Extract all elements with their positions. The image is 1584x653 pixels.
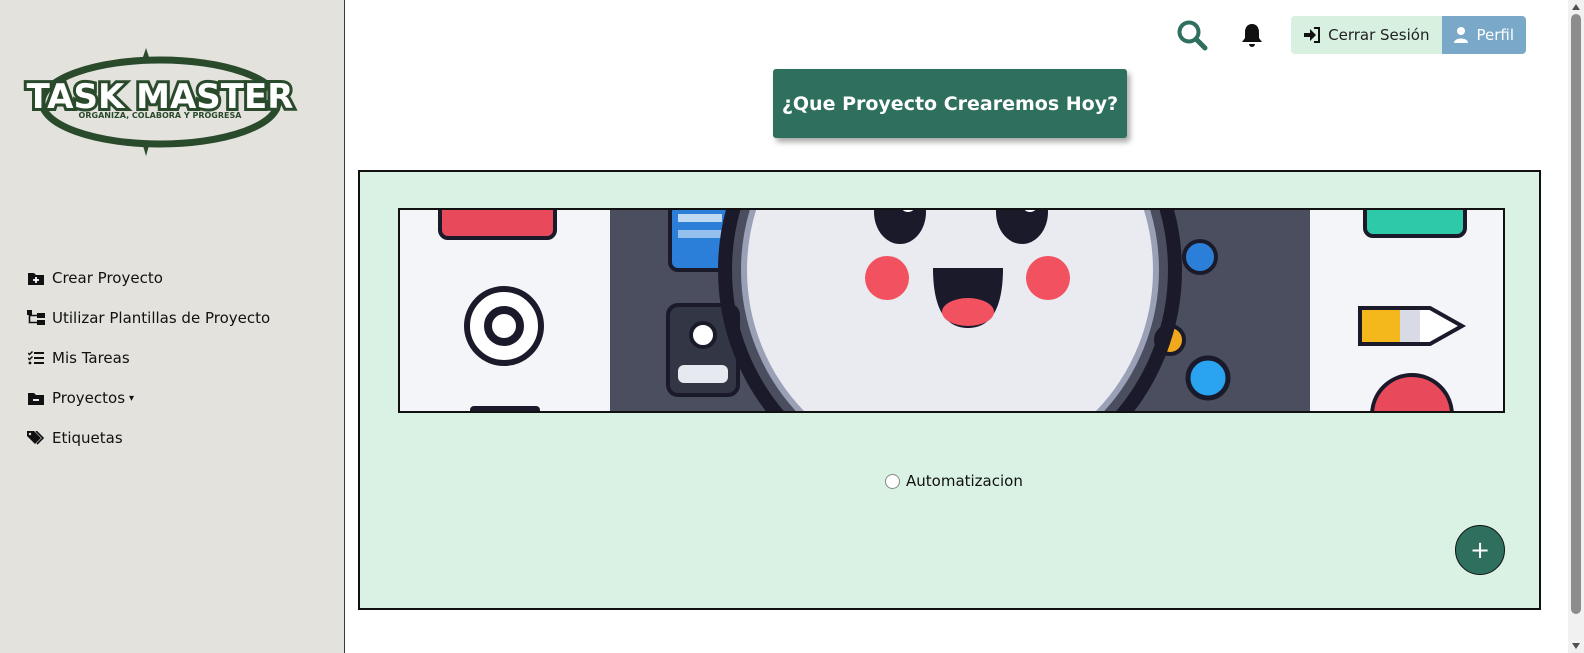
tags-icon [26, 428, 46, 448]
page-title: ¿Que Proyecto Crearemos Hoy? [781, 92, 1119, 115]
plus-icon: + [1469, 536, 1491, 564]
top-bar: Cerrar Sesión Perfil [1175, 16, 1526, 54]
sidebar-item-label: Utilizar Plantillas de Proyecto [52, 309, 271, 327]
scroll-down-icon[interactable] [1568, 639, 1584, 653]
logo-tagline: ORGANIZA, COLABORA Y PROGRESA [79, 111, 243, 120]
notifications-button[interactable] [1235, 16, 1269, 54]
magnifier-robot-illustration [400, 210, 1503, 411]
page-scrollbar[interactable] [1568, 0, 1584, 653]
scroll-up-icon[interactable] [1568, 0, 1584, 14]
sidebar-item-label: Proyectos [52, 389, 126, 407]
sidebar-item-crear-proyecto[interactable]: Crear Proyecto [26, 258, 270, 298]
search-button[interactable] [1175, 16, 1209, 54]
automation-banner-image [398, 208, 1505, 413]
sidebar-item-label: Mis Tareas [52, 349, 130, 367]
sidebar-item-plantillas[interactable]: Utilizar Plantillas de Proyecto [26, 298, 270, 338]
page-title-card: ¿Que Proyecto Crearemos Hoy? [773, 69, 1127, 138]
list-check-icon [26, 348, 46, 368]
project-template-panel: Automatizacion + [358, 170, 1541, 610]
sidebar-item-etiquetas[interactable]: Etiquetas [26, 418, 270, 458]
sidebar-nav: Crear Proyecto Utilizar Plantillas de Pr… [26, 258, 270, 458]
sidebar-item-label: Crear Proyecto [52, 269, 163, 287]
sitemap-icon [26, 308, 46, 328]
sidebar-item-mis-tareas[interactable]: Mis Tareas [26, 338, 270, 378]
logout-label: Cerrar Sesión [1328, 26, 1430, 44]
bell-icon [1242, 24, 1263, 47]
search-icon [1177, 20, 1208, 51]
folder-plus-icon [26, 268, 46, 288]
sidebar-item-label: Etiquetas [52, 429, 123, 447]
template-radio[interactable] [885, 473, 900, 489]
add-project-button[interactable]: + [1455, 525, 1505, 575]
scroll-thumb[interactable] [1571, 14, 1581, 614]
sidebar-item-proyectos[interactable]: Proyectos ▾ [26, 378, 270, 418]
user-icon [1454, 27, 1469, 43]
task-master-logo[interactable]: TASK MASTER ORGANIZA, COLABORA Y PROGRES… [22, 42, 298, 160]
template-option-label: Automatizacion [906, 472, 1023, 490]
profile-button[interactable]: Perfil [1442, 16, 1526, 54]
profile-label: Perfil [1476, 26, 1514, 44]
sign-in-icon [1304, 27, 1321, 43]
logout-button[interactable]: Cerrar Sesión [1291, 16, 1443, 54]
template-option-automatizacion[interactable]: Automatizacion [885, 472, 1023, 490]
folder-minus-icon [26, 388, 46, 408]
sidebar: TASK MASTER ORGANIZA, COLABORA Y PROGRES… [0, 0, 345, 653]
chevron-down-icon: ▾ [129, 392, 135, 404]
